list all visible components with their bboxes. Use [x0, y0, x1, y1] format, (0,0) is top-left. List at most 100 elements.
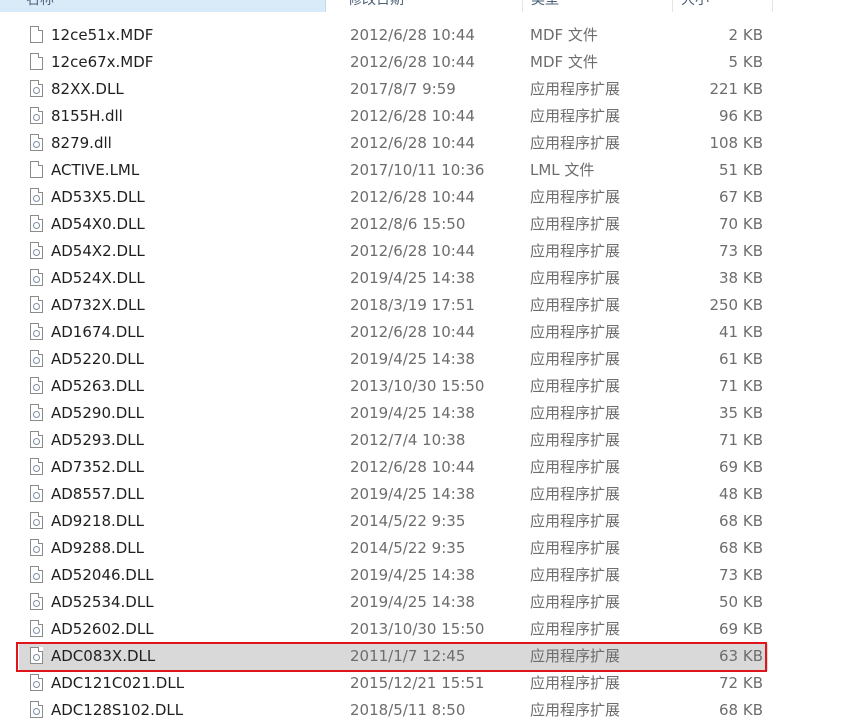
file-row[interactable]: AD524X.DLL 2019/4/25 14:38 应用程序扩展 38 KB — [0, 265, 867, 292]
file-row[interactable]: AD1674.DLL 2012/6/28 10:44 应用程序扩展 41 KB — [0, 319, 867, 346]
gear-icon — [33, 411, 40, 418]
file-row[interactable]: AD5290.DLL 2019/4/25 14:38 应用程序扩展 35 KB — [0, 400, 867, 427]
file-size: 48 KB — [719, 485, 763, 503]
file-size: 63 KB — [719, 647, 763, 665]
file-row[interactable]: 8279.dll 2012/6/28 10:44 应用程序扩展 108 KB — [0, 130, 867, 157]
file-row-selected[interactable]: ADC083X.DLL 2011/1/7 12:45 应用程序扩展 63 KB — [0, 642, 867, 672]
file-name: AD5220.DLL — [51, 350, 145, 368]
file-size: 71 KB — [719, 431, 763, 449]
file-modified-date: 2019/4/25 14:38 — [350, 404, 475, 422]
dll-file-icon — [30, 188, 43, 205]
gear-icon — [33, 465, 40, 472]
gear-icon — [33, 681, 40, 688]
file-row[interactable]: AD5263.DLL 2013/10/30 15:50 应用程序扩展 71 KB — [0, 373, 867, 400]
file-size: 41 KB — [719, 323, 763, 341]
file-name: ADC128S102.DLL — [51, 701, 184, 719]
dll-file-icon — [30, 107, 43, 124]
file-modified-date: 2019/4/25 14:38 — [350, 593, 475, 611]
file-modified-date: 2012/8/6 15:50 — [350, 215, 466, 233]
file-size: 71 KB — [719, 377, 763, 395]
file-name: AD524X.DLL — [51, 269, 145, 287]
gear-icon — [33, 627, 40, 634]
generic-file-icon — [30, 53, 43, 70]
file-size: 108 KB — [709, 134, 763, 152]
file-size: 250 KB — [709, 296, 763, 314]
gear-icon — [33, 303, 40, 310]
file-type: 应用程序扩展 — [530, 566, 621, 584]
file-modified-date: 2013/10/30 15:50 — [350, 620, 485, 638]
generic-file-icon — [30, 161, 43, 178]
file-type: 应用程序扩展 — [530, 539, 621, 557]
column-header-name[interactable]: 名称 — [0, 0, 326, 12]
file-modified-date: 2014/5/22 9:35 — [350, 512, 466, 530]
file-modified-date: 2019/4/25 14:38 — [350, 566, 475, 584]
file-size: 73 KB — [719, 566, 763, 584]
file-size: 221 KB — [709, 80, 763, 98]
file-row[interactable]: AD52534.DLL 2019/4/25 14:38 应用程序扩展 50 KB — [0, 589, 867, 616]
file-row[interactable]: AD53X5.DLL 2012/6/28 10:44 应用程序扩展 67 KB — [0, 184, 867, 211]
dll-file-icon — [30, 647, 43, 664]
file-modified-date: 2017/8/7 9:59 — [350, 80, 456, 98]
gear-icon — [33, 492, 40, 499]
file-name: AD9288.DLL — [51, 539, 145, 557]
file-row[interactable]: ADC121C021.DLL 2015/12/21 15:51 应用程序扩展 72 K… — [0, 670, 867, 697]
file-size: 35 KB — [719, 404, 763, 422]
gear-icon — [33, 654, 40, 661]
file-modified-date: 2011/1/7 12:45 — [350, 647, 466, 665]
file-type: MDF 文件 — [530, 53, 598, 71]
file-row[interactable]: AD5293.DLL 2012/7/4 10:38 应用程序扩展 71 KB — [0, 427, 867, 454]
file-row[interactable]: AD9288.DLL 2014/5/22 9:35 应用程序扩展 68 KB — [0, 535, 867, 562]
file-type: 应用程序扩展 — [530, 107, 621, 125]
column-header-type[interactable]: 类型 — [523, 0, 673, 12]
file-modified-date: 2015/12/21 15:51 — [350, 674, 485, 692]
file-type: 应用程序扩展 — [530, 701, 621, 719]
file-name: AD5290.DLL — [51, 404, 145, 422]
file-row[interactable]: AD732X.DLL 2018/3/19 17:51 应用程序扩展 250 KB — [0, 292, 867, 319]
file-row[interactable]: AD8557.DLL 2019/4/25 14:38 应用程序扩展 48 KB — [0, 481, 867, 508]
file-type: 应用程序扩展 — [530, 431, 621, 449]
file-modified-date: 2012/6/28 10:44 — [350, 53, 475, 71]
file-row[interactable]: AD5220.DLL 2019/4/25 14:38 应用程序扩展 61 KB — [0, 346, 867, 373]
column-header-date[interactable]: 修改日期 — [326, 0, 523, 12]
file-row[interactable]: ADC128S102.DLL 2018/5/11 8:50 应用程序扩展 68 KB — [0, 697, 867, 724]
file-row[interactable]: 12ce51x.MDF 2012/6/28 10:44 MDF 文件 2 KB — [0, 22, 867, 49]
file-size: 51 KB — [719, 161, 763, 179]
file-size: 67 KB — [719, 188, 763, 206]
file-name: AD54X0.DLL — [51, 215, 145, 233]
file-name: AD54X2.DLL — [51, 242, 145, 260]
file-row[interactable]: AD52602.DLL 2013/10/30 15:50 应用程序扩展 69 KB — [0, 616, 867, 643]
dll-file-icon — [30, 269, 43, 286]
file-modified-date: 2012/6/28 10:44 — [350, 242, 475, 260]
file-modified-date: 2019/4/25 14:38 — [350, 350, 475, 368]
column-header-size[interactable]: 大小 — [673, 0, 773, 12]
file-rows: 12ce51x.MDF 2012/6/28 10:44 MDF 文件 2 KB 12ce… — [0, 22, 867, 724]
file-row[interactable]: AD54X2.DLL 2012/6/28 10:44 应用程序扩展 73 KB — [0, 238, 867, 265]
column-header-spacer — [773, 0, 867, 12]
file-type: 应用程序扩展 — [530, 269, 621, 287]
file-row[interactable]: AD52046.DLL 2019/4/25 14:38 应用程序扩展 73 KB — [0, 562, 867, 589]
file-row[interactable]: 8155H.dll 2012/6/28 10:44 应用程序扩展 96 KB — [0, 103, 867, 130]
file-row[interactable]: AD7352.DLL 2012/6/28 10:44 应用程序扩展 69 KB — [0, 454, 867, 481]
dll-file-icon — [30, 134, 43, 151]
gear-icon — [33, 438, 40, 445]
file-row[interactable]: ACTIVE.LML 2017/10/11 10:36 LML 文件 51 KB — [0, 157, 867, 184]
file-name: 12ce67x.MDF — [51, 53, 154, 71]
file-row[interactable]: 12ce67x.MDF 2012/6/28 10:44 MDF 文件 5 KB — [0, 49, 867, 76]
file-modified-date: 2012/6/28 10:44 — [350, 134, 475, 152]
file-row[interactable]: AD54X0.DLL 2012/8/6 15:50 应用程序扩展 70 KB — [0, 211, 867, 238]
file-row[interactable]: AD9218.DLL 2014/5/22 9:35 应用程序扩展 68 KB — [0, 508, 867, 535]
dll-file-icon — [30, 512, 43, 529]
file-explorer-list: 名称 修改日期 类型 大小 12ce51x.MDF 2012/6/28 10:44… — [0, 0, 867, 724]
gear-icon — [33, 600, 40, 607]
dll-file-icon — [30, 431, 43, 448]
gear-icon — [33, 519, 40, 526]
file-type: 应用程序扩展 — [530, 620, 621, 638]
file-type: 应用程序扩展 — [530, 296, 621, 314]
file-modified-date: 2012/7/4 10:38 — [350, 431, 466, 449]
file-size: 2 KB — [728, 26, 763, 44]
file-name: AD5293.DLL — [51, 431, 145, 449]
file-size: 69 KB — [719, 458, 763, 476]
file-row[interactable]: 82XX.DLL 2017/8/7 9:59 应用程序扩展 221 KB — [0, 76, 867, 103]
file-modified-date: 2012/6/28 10:44 — [350, 26, 475, 44]
dll-file-icon — [30, 674, 43, 691]
